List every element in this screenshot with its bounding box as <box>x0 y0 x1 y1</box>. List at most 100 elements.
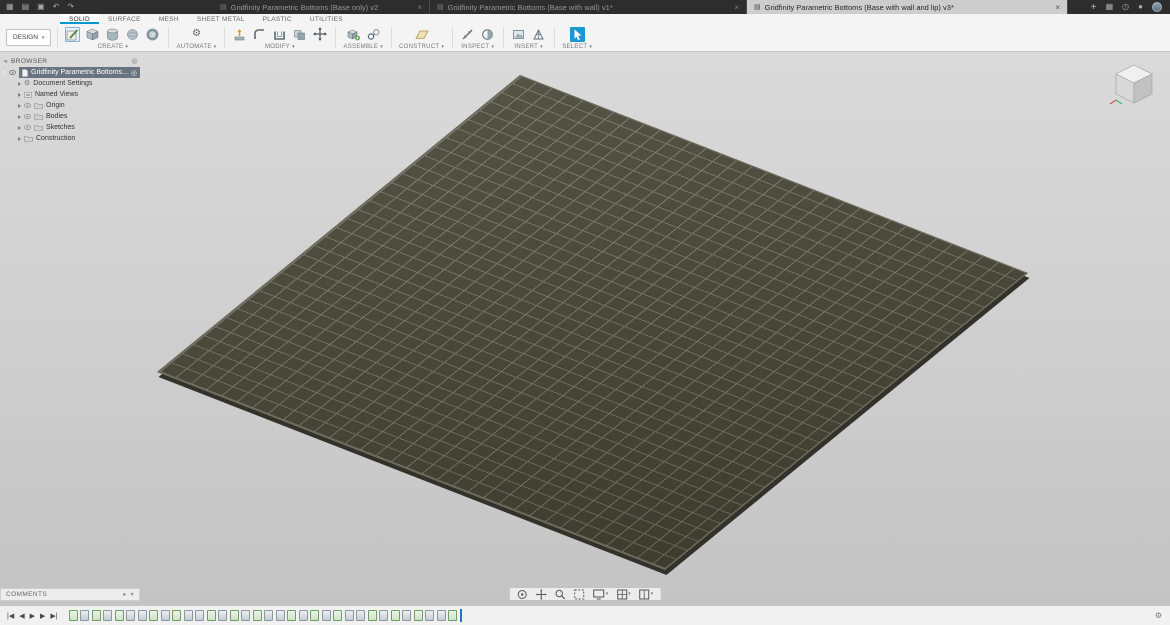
timeline-feature-icon[interactable] <box>172 610 181 621</box>
timeline-feature-icon[interactable] <box>299 610 308 621</box>
expand-arrow-icon[interactable] <box>18 126 21 130</box>
redo-icon[interactable]: ↷ <box>67 0 74 14</box>
viewcube[interactable] <box>1108 60 1160 110</box>
timeline-feature-icon[interactable] <box>345 610 354 621</box>
timeline-feature-icon[interactable] <box>184 610 193 621</box>
browser-item-sketches[interactable]: Sketches <box>2 122 140 133</box>
browser-item-bodies[interactable]: Bodies <box>2 111 140 122</box>
timeline-feature-icon[interactable] <box>310 610 319 621</box>
ribbon-tab[interactable]: SOLID <box>60 14 99 24</box>
browser-item-origin[interactable]: Origin <box>2 100 140 111</box>
timeline-feature-icon[interactable] <box>69 610 78 621</box>
combine-icon[interactable] <box>292 27 307 42</box>
pan-icon[interactable] <box>536 589 547 600</box>
move-copy-icon[interactable] <box>312 27 327 42</box>
document-tab[interactable]: ▤ Gridfinity Parametric Bottoms (Base wi… <box>430 0 747 14</box>
timeline-playback-button[interactable]: |◀ <box>7 612 14 620</box>
group-label-create[interactable]: CREATE▾ <box>98 44 129 50</box>
timeline-feature-icon[interactable] <box>241 610 250 621</box>
timeline-feature-icon[interactable] <box>437 610 446 621</box>
expand-arrow-icon[interactable] <box>18 137 21 141</box>
expand-arrow-icon[interactable] <box>18 82 21 86</box>
eye-icon[interactable] <box>24 114 31 119</box>
group-label-insert[interactable]: INSERT▾ <box>514 44 543 50</box>
browser-root-highlight[interactable]: Gridfinity Parametric Bottoms... ◎ <box>19 67 140 78</box>
app-menu-icon[interactable]: ▦ <box>6 0 14 14</box>
group-label-modify[interactable]: MODIFY▾ <box>265 44 295 50</box>
timeline-position-marker[interactable] <box>460 609 462 622</box>
activate-component-icon[interactable]: ◎ <box>131 69 137 77</box>
timeline-feature-icon[interactable] <box>207 610 216 621</box>
timeline-feature-icon[interactable] <box>276 610 285 621</box>
timeline-feature-icon[interactable] <box>368 610 377 621</box>
notifications-icon[interactable]: ● <box>1138 0 1143 14</box>
timeline-feature-icon[interactable] <box>195 610 204 621</box>
timeline-feature-icon[interactable] <box>425 610 434 621</box>
model-gridfinity-baseplate[interactable] <box>157 75 1028 570</box>
user-avatar[interactable] <box>1152 2 1162 12</box>
timeline-feature-icon[interactable] <box>149 610 158 621</box>
timeline-feature-icon[interactable] <box>126 610 135 621</box>
insert-mesh-icon[interactable] <box>531 27 546 42</box>
browser-options-icon[interactable]: ◎ <box>131 57 138 65</box>
timeline-settings-gear-icon[interactable]: ⚙ <box>1155 611 1170 620</box>
timeline-feature-icon[interactable] <box>414 610 423 621</box>
ribbon-tab[interactable]: SHEET METAL <box>188 14 254 24</box>
fillet-icon[interactable] <box>252 27 267 42</box>
new-tab-button[interactable]: + <box>1091 2 1097 13</box>
sphere-icon[interactable] <box>125 27 140 42</box>
group-label-construct[interactable]: CONSTRUCT▾ <box>399 44 444 50</box>
browser-item-construction[interactable]: Construction <box>2 133 140 144</box>
timeline-feature-icon[interactable] <box>379 610 388 621</box>
timeline-feature-icon[interactable] <box>322 610 331 621</box>
joint-icon[interactable] <box>366 27 381 42</box>
browser-root-row[interactable]: Gridfinity Parametric Bottoms... ◎ <box>2 67 140 78</box>
orbit-icon[interactable] <box>517 589 528 600</box>
expand-arrow-icon[interactable] <box>18 93 21 97</box>
zoom-icon[interactable] <box>555 589 566 600</box>
shell-icon[interactable] <box>272 27 287 42</box>
close-tab-icon[interactable]: × <box>1055 3 1060 12</box>
browser-item-document-settings[interactable]: ⚙ Document Settings <box>2 78 140 89</box>
timeline-feature-icon[interactable] <box>356 610 365 621</box>
eye-icon[interactable] <box>24 125 31 130</box>
timeline-playback-button[interactable]: ◀ <box>19 612 24 620</box>
display-settings-icon[interactable]: ▾ <box>593 589 609 600</box>
comments-bar[interactable]: COMMENTS ● ▾ <box>0 588 140 601</box>
group-label-inspect[interactable]: INSPECT▾ <box>461 44 494 50</box>
cylinder-icon[interactable] <box>105 27 120 42</box>
grid-and-snaps-icon[interactable]: ▾ <box>616 589 631 600</box>
automate-icon[interactable]: ⚙ <box>189 27 204 42</box>
job-status-icon[interactable]: ◷ <box>1122 0 1129 14</box>
timeline-feature-icon[interactable] <box>287 610 296 621</box>
timeline-feature-icon[interactable] <box>230 610 239 621</box>
expand-arrow-icon[interactable] <box>18 115 21 119</box>
timeline-feature-icon[interactable] <box>161 610 170 621</box>
torus-icon[interactable] <box>145 27 160 42</box>
select-tool-icon[interactable] <box>570 27 585 42</box>
eye-icon[interactable] <box>9 70 16 75</box>
collapse-panel-icon[interactable]: « <box>4 58 8 65</box>
new-component-icon[interactable] <box>346 27 361 42</box>
measure-icon[interactable] <box>460 27 475 42</box>
extensions-icon[interactable]: ▦ <box>1106 0 1114 14</box>
box-icon[interactable] <box>85 27 100 42</box>
undo-icon[interactable]: ↶ <box>53 0 60 14</box>
timeline-playback-button[interactable]: ▶ <box>40 612 45 620</box>
group-label-select[interactable]: SELECT▾ <box>562 44 592 50</box>
decal-icon[interactable] <box>511 27 526 42</box>
expand-arrow-icon[interactable] <box>2 71 6 74</box>
expand-arrow-icon[interactable] <box>18 104 21 108</box>
timeline-feature-icon[interactable] <box>138 610 147 621</box>
timeline-feature-icon[interactable] <box>218 610 227 621</box>
design-menu-button[interactable]: DESIGN ▾ <box>6 29 51 46</box>
timeline-feature-icon[interactable] <box>103 610 112 621</box>
timeline-playback-button[interactable]: ▶| <box>50 612 57 620</box>
press-pull-icon[interactable] <box>232 27 247 42</box>
timeline-feature-icon[interactable] <box>391 610 400 621</box>
timeline-feature-icon[interactable] <box>92 610 101 621</box>
close-tab-icon[interactable]: × <box>734 3 739 12</box>
group-label-automate[interactable]: AUTOMATE▾ <box>176 44 216 50</box>
timeline-feature-icon[interactable] <box>80 610 89 621</box>
viewport-3d[interactable]: « BROWSER ◎ Gridfinity Parametric Bottom… <box>0 52 1170 605</box>
